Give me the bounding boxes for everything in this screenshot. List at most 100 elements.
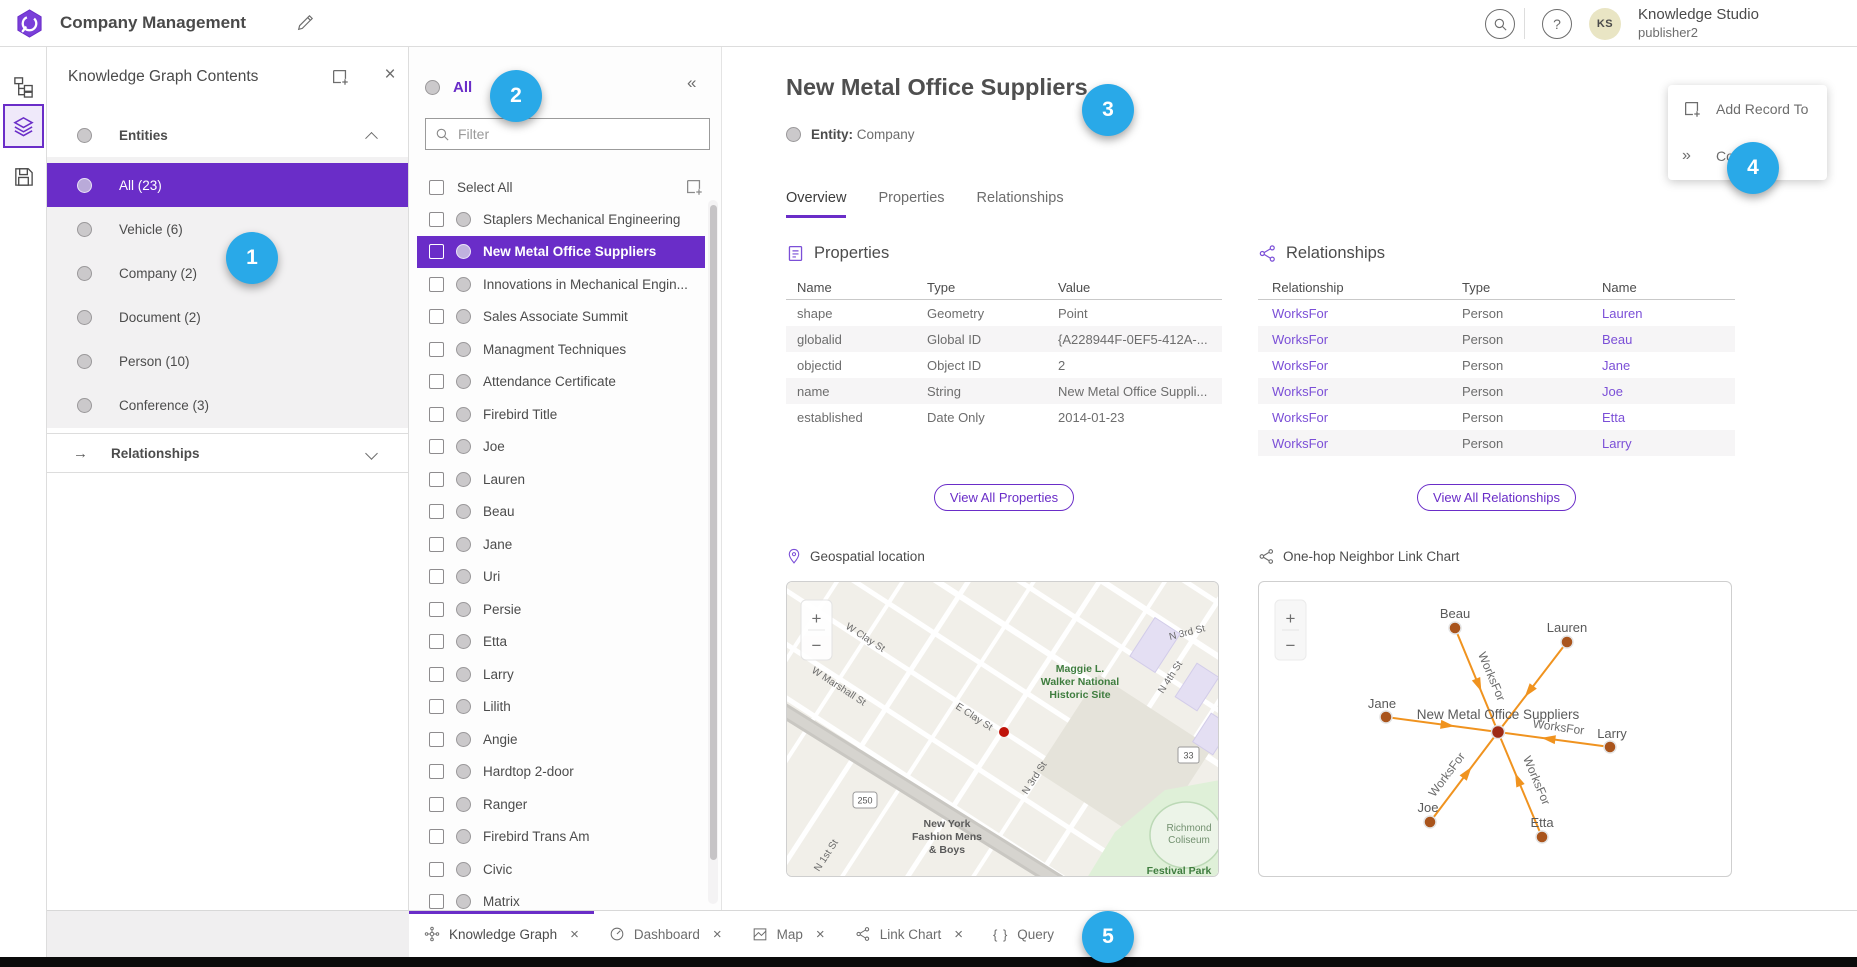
- graph-node[interactable]: [1536, 831, 1548, 843]
- relationship-link[interactable]: WorksFor: [1258, 384, 1448, 399]
- entity-list-item[interactable]: New Metal Office Suppliers: [417, 236, 705, 269]
- item-checkbox[interactable]: [429, 309, 444, 324]
- item-checkbox[interactable]: [429, 764, 444, 779]
- entity-list-item[interactable]: Larry: [417, 658, 705, 691]
- close-tab-icon[interactable]: ×: [812, 926, 825, 943]
- help-button[interactable]: ?: [1542, 9, 1572, 39]
- entity-type-row[interactable]: Person (10): [47, 339, 408, 383]
- item-checkbox[interactable]: [429, 699, 444, 714]
- item-checkbox[interactable]: [429, 244, 444, 259]
- relationship-link[interactable]: WorksFor: [1258, 306, 1448, 321]
- entity-list-item[interactable]: Hardtop 2-door: [417, 756, 705, 789]
- tab-dashboard[interactable]: Dashboard ×: [594, 911, 737, 957]
- entities-section-header[interactable]: Entities: [47, 115, 408, 155]
- collapse-panel-icon[interactable]: «: [687, 73, 696, 93]
- search-button[interactable]: [1485, 9, 1515, 39]
- item-checkbox[interactable]: [429, 602, 444, 617]
- tab-link-chart[interactable]: Link Chart ×: [840, 911, 978, 957]
- entity-list-item[interactable]: Ranger: [417, 788, 705, 821]
- select-all-row[interactable]: Select All: [429, 172, 704, 202]
- entity-list-item[interactable]: Lilith: [417, 691, 705, 724]
- one-hop-link-chart[interactable]: WorksFor WorksFor WorksFor WorksFor Beau: [1258, 581, 1732, 877]
- close-tab-icon[interactable]: ×: [566, 926, 579, 943]
- graph-node[interactable]: [1604, 741, 1616, 753]
- add-record-icon[interactable]: [684, 177, 704, 197]
- relationship-link[interactable]: WorksFor: [1258, 332, 1448, 347]
- chevron-down-icon[interactable]: [365, 447, 378, 460]
- chevron-up-icon[interactable]: [365, 131, 378, 144]
- entity-list-item[interactable]: Firebird Trans Am: [417, 821, 705, 854]
- zoom-out-button[interactable]: −: [812, 636, 822, 655]
- entity-list-item[interactable]: Lauren: [417, 463, 705, 496]
- tab-query[interactable]: { } Query: [978, 911, 1069, 957]
- view-all-relationships-button[interactable]: View All Relationships: [1417, 484, 1576, 511]
- item-checkbox[interactable]: [429, 732, 444, 747]
- entity-list-item[interactable]: Matrix: [417, 886, 705, 911]
- item-checkbox[interactable]: [429, 342, 444, 357]
- entity-list-item[interactable]: Joe: [417, 431, 705, 464]
- item-checkbox[interactable]: [429, 829, 444, 844]
- item-checkbox[interactable]: [429, 537, 444, 552]
- entity-list-item[interactable]: Staplers Mechanical Engineering: [417, 203, 705, 236]
- relationships-section-header[interactable]: → Relationships: [47, 433, 408, 473]
- relationship-link[interactable]: WorksFor: [1258, 436, 1448, 451]
- user-identity[interactable]: Knowledge Studio publisher2: [1638, 6, 1759, 41]
- relationship-link[interactable]: WorksFor: [1258, 410, 1448, 425]
- entity-list-item[interactable]: Civic: [417, 853, 705, 886]
- item-checkbox[interactable]: [429, 277, 444, 292]
- save-icon[interactable]: [12, 165, 35, 188]
- related-entity-link[interactable]: Larry: [1588, 436, 1735, 451]
- item-checkbox[interactable]: [429, 407, 444, 422]
- zoom-out-button[interactable]: −: [1286, 636, 1296, 655]
- close-tab-icon[interactable]: ×: [950, 926, 963, 943]
- filter-input[interactable]: [458, 126, 700, 142]
- item-checkbox[interactable]: [429, 634, 444, 649]
- entity-list-item[interactable]: Sales Associate Summit: [417, 301, 705, 334]
- item-checkbox[interactable]: [429, 374, 444, 389]
- item-checkbox[interactable]: [429, 797, 444, 812]
- avatar[interactable]: KS: [1589, 8, 1621, 40]
- entity-list-item[interactable]: Managment Techniques: [417, 333, 705, 366]
- entity-type-row[interactable]: Conference (3): [47, 383, 408, 427]
- tab-overview[interactable]: Overview: [786, 190, 846, 218]
- close-panel-icon[interactable]: ×: [378, 64, 402, 86]
- entity-list-item[interactable]: Etta: [417, 626, 705, 659]
- graph-node[interactable]: [1449, 622, 1461, 634]
- related-entity-link[interactable]: Lauren: [1588, 306, 1735, 321]
- select-all-checkbox[interactable]: [429, 180, 444, 195]
- item-checkbox[interactable]: [429, 862, 444, 877]
- related-entity-link[interactable]: Etta: [1588, 410, 1735, 425]
- item-checkbox[interactable]: [429, 439, 444, 454]
- tab-properties[interactable]: Properties: [878, 190, 944, 218]
- contents-rail-button[interactable]: [3, 104, 44, 148]
- list-scrollbar-thumb[interactable]: [710, 205, 717, 860]
- entity-list-item[interactable]: Jane: [417, 528, 705, 561]
- graph-node[interactable]: [1424, 816, 1436, 828]
- zoom-in-button[interactable]: +: [1286, 609, 1296, 628]
- related-entity-link[interactable]: Jane: [1588, 358, 1735, 373]
- data-model-icon[interactable]: [12, 75, 35, 98]
- related-entity-link[interactable]: Joe: [1588, 384, 1735, 399]
- entity-type-row[interactable]: Vehicle (6): [47, 207, 408, 251]
- entity-type-row[interactable]: Document (2): [47, 295, 408, 339]
- tab-knowledge-graph[interactable]: Knowledge Graph ×: [409, 911, 594, 957]
- entity-list-item[interactable]: Attendance Certificate: [417, 366, 705, 399]
- graph-center-node[interactable]: [1492, 726, 1505, 739]
- zoom-in-button[interactable]: +: [812, 609, 822, 628]
- geospatial-map[interactable]: W Clay St E Clay St W Marshall St N 3rd …: [786, 581, 1219, 877]
- item-checkbox[interactable]: [429, 569, 444, 584]
- item-checkbox[interactable]: [429, 504, 444, 519]
- item-checkbox[interactable]: [429, 212, 444, 227]
- menu-item-add-record-to[interactable]: Add Record To: [1668, 85, 1827, 132]
- relationship-link[interactable]: WorksFor: [1258, 358, 1448, 373]
- entity-list-item[interactable]: Firebird Title: [417, 398, 705, 431]
- entity-list-item[interactable]: Persie: [417, 593, 705, 626]
- entity-type-row[interactable]: All (23): [47, 163, 408, 207]
- item-checkbox[interactable]: [429, 667, 444, 682]
- related-entity-link[interactable]: Beau: [1588, 332, 1735, 347]
- item-checkbox[interactable]: [429, 472, 444, 487]
- entity-list-item[interactable]: Uri: [417, 561, 705, 594]
- entity-list-item[interactable]: Innovations in Mechanical Engin...: [417, 268, 705, 301]
- add-record-icon[interactable]: [330, 67, 350, 87]
- view-all-properties-button[interactable]: View All Properties: [934, 484, 1074, 511]
